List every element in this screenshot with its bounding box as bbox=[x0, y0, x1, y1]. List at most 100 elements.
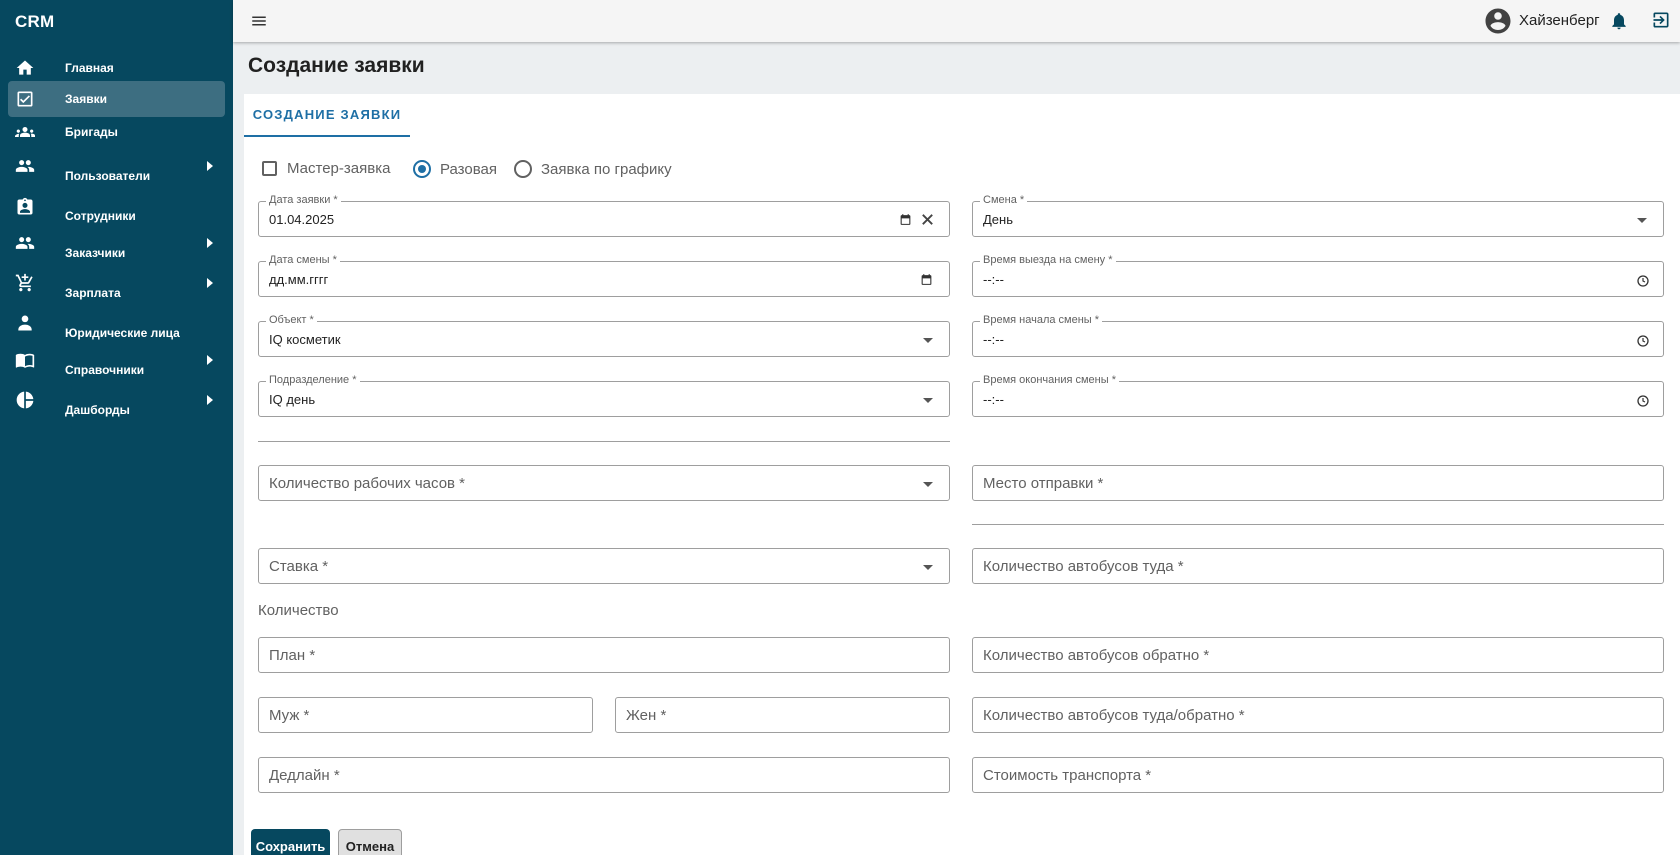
chevron-right-icon bbox=[207, 161, 213, 171]
field-placeholder: Количество автобусов туда/обратно * bbox=[983, 707, 1245, 724]
object-select[interactable]: Объект * IQ косметик bbox=[258, 314, 950, 357]
sidebar-item-brigades[interactable]: Бригады bbox=[8, 114, 225, 150]
field-label: Смена * bbox=[980, 194, 1028, 207]
female-input[interactable]: Жен * bbox=[615, 697, 950, 733]
field-placeholder: Количество автобусов обратно * bbox=[983, 647, 1210, 664]
sidebar-item-label: Юридические лица bbox=[65, 326, 180, 340]
field-label: Время выезда на смену * bbox=[980, 254, 1116, 267]
group-icon bbox=[15, 122, 35, 142]
form-card: СОЗДАНИЕ ЗАЯВКИ Мастер-заявка Разовая За… bbox=[244, 94, 1680, 855]
field-placeholder: Ставка * bbox=[269, 558, 329, 575]
book-icon bbox=[15, 350, 35, 370]
pie-chart-icon bbox=[15, 390, 35, 410]
tab-create-request[interactable]: СОЗДАНИЕ ЗАЯВКИ bbox=[244, 94, 410, 137]
cart-icon bbox=[15, 273, 35, 293]
transport-cost-input[interactable]: Стоимость транспорта * bbox=[972, 757, 1664, 793]
close-icon[interactable] bbox=[920, 212, 935, 227]
field-placeholder: Стоимость транспорта * bbox=[983, 767, 1152, 784]
sidebar-item-customers[interactable]: Заказчики bbox=[8, 235, 225, 271]
people-icon bbox=[15, 156, 35, 176]
sidebar-item-requests[interactable]: Заявки bbox=[8, 81, 225, 117]
single-radio[interactable]: Разовая bbox=[413, 160, 497, 178]
field-value: IQ день bbox=[269, 392, 316, 407]
save-button[interactable]: Сохранить bbox=[251, 829, 330, 855]
shift-select[interactable]: Смена * День bbox=[972, 194, 1664, 237]
sidebar-item-label: Дашборды bbox=[65, 403, 130, 417]
buses-back-input[interactable]: Количество автобусов обратно * bbox=[972, 637, 1664, 673]
sidebar-item-legal-entities[interactable]: Юридические лица bbox=[8, 315, 225, 351]
calendar-icon[interactable] bbox=[899, 213, 912, 226]
field-placeholder: Муж * bbox=[269, 707, 310, 724]
start-time-field[interactable]: Время начала смены * --:-- bbox=[972, 314, 1664, 357]
field-value: --:-- bbox=[983, 392, 1004, 407]
deadline-input[interactable]: Дедлайн * bbox=[258, 757, 950, 793]
field-value: --:-- bbox=[983, 332, 1004, 347]
sidebar-item-label: Зарплата bbox=[65, 286, 121, 300]
chevron-down-icon[interactable] bbox=[923, 398, 933, 403]
scheduled-radio[interactable]: Заявка по графику bbox=[514, 160, 672, 178]
chevron-right-icon bbox=[207, 395, 213, 405]
sidebar-item-references[interactable]: Справочники bbox=[8, 352, 225, 388]
buses-there-input[interactable]: Количество автобусов туда * bbox=[972, 548, 1664, 584]
cancel-button[interactable]: Отмена bbox=[338, 829, 402, 855]
buses-both-input[interactable]: Количество автобусов туда/обратно * bbox=[972, 697, 1664, 733]
field-label: Дата заявки * bbox=[266, 194, 341, 207]
master-request-checkbox[interactable]: Мастер-заявка bbox=[262, 160, 390, 177]
bell-icon[interactable] bbox=[1609, 11, 1629, 31]
sidebar-item-dashboards[interactable]: Дашборды bbox=[8, 390, 225, 428]
departure-time-field[interactable]: Время выезда на смену * --:-- bbox=[972, 254, 1664, 297]
brand-logo[interactable]: CRM bbox=[0, 0, 233, 42]
logout-icon[interactable] bbox=[1651, 10, 1671, 30]
division-select[interactable]: Подразделение * IQ день bbox=[258, 374, 950, 417]
user-name[interactable]: Хайзенберг bbox=[1519, 12, 1600, 29]
field-value: дд.мм.гггг bbox=[269, 272, 329, 287]
request-date-field[interactable]: Дата заявки * 01.04.2025 bbox=[258, 194, 950, 237]
field-placeholder: План * bbox=[269, 647, 316, 664]
sidebar-item-employees[interactable]: Сотрудники bbox=[8, 197, 225, 234]
sidebar: CRM Главная Заявки Бригады Пользователи … bbox=[0, 0, 233, 855]
field-value: День bbox=[983, 212, 1013, 227]
field-label: Подразделение * bbox=[266, 374, 360, 387]
person-icon bbox=[15, 313, 35, 333]
sidebar-item-users[interactable]: Пользователи bbox=[8, 158, 225, 194]
chevron-down-icon[interactable] bbox=[923, 565, 933, 570]
menu-icon[interactable] bbox=[250, 12, 268, 30]
field-placeholder: Жен * bbox=[626, 707, 667, 724]
male-input[interactable]: Муж * bbox=[258, 697, 593, 733]
sidebar-item-label: Заявки bbox=[65, 92, 107, 106]
work-hours-select[interactable]: Количество рабочих часов * bbox=[258, 465, 950, 501]
clock-icon[interactable] bbox=[1637, 394, 1649, 407]
shift-date-field[interactable]: Дата смены * дд.мм.гггг bbox=[258, 254, 950, 297]
field-label: Дата смены * bbox=[266, 254, 340, 267]
field-label: Время окончания смены * bbox=[980, 374, 1119, 387]
sidebar-item-salary[interactable]: Зарплата bbox=[8, 273, 225, 311]
field-placeholder: Количество автобусов туда * bbox=[983, 558, 1184, 575]
single-label: Разовая bbox=[440, 160, 497, 178]
calendar-icon[interactable] bbox=[920, 273, 933, 286]
page-title: Создание заявки bbox=[248, 54, 425, 77]
checkbox-box[interactable] bbox=[262, 161, 277, 176]
chevron-down-icon[interactable] bbox=[923, 482, 933, 487]
chevron-down-icon[interactable] bbox=[923, 338, 933, 343]
departure-place-input[interactable]: Место отправки * bbox=[972, 465, 1664, 501]
quantity-section-label: Количество bbox=[258, 602, 339, 619]
rate-select[interactable]: Ставка * bbox=[258, 548, 950, 584]
people-icon bbox=[15, 233, 35, 253]
clock-icon[interactable] bbox=[1637, 334, 1649, 347]
divider bbox=[972, 524, 1664, 525]
chevron-down-icon[interactable] bbox=[1637, 218, 1647, 223]
divider bbox=[258, 441, 950, 442]
chevron-right-icon bbox=[207, 238, 213, 248]
field-value: --:-- bbox=[983, 272, 1004, 287]
account-icon[interactable] bbox=[1483, 6, 1513, 36]
field-label: Объект * bbox=[266, 314, 317, 327]
radio-unselected[interactable] bbox=[514, 160, 532, 178]
radio-selected[interactable] bbox=[413, 160, 431, 178]
sidebar-item-label: Пользователи bbox=[65, 169, 151, 183]
end-time-field[interactable]: Время окончания смены * --:-- bbox=[972, 374, 1664, 417]
sidebar-item-label: Бригады bbox=[65, 125, 118, 139]
sidebar-item-label: Справочники bbox=[65, 363, 145, 377]
clock-icon[interactable] bbox=[1637, 274, 1649, 287]
plan-input[interactable]: План * bbox=[258, 637, 950, 673]
field-value: 01.04.2025 bbox=[269, 212, 335, 227]
